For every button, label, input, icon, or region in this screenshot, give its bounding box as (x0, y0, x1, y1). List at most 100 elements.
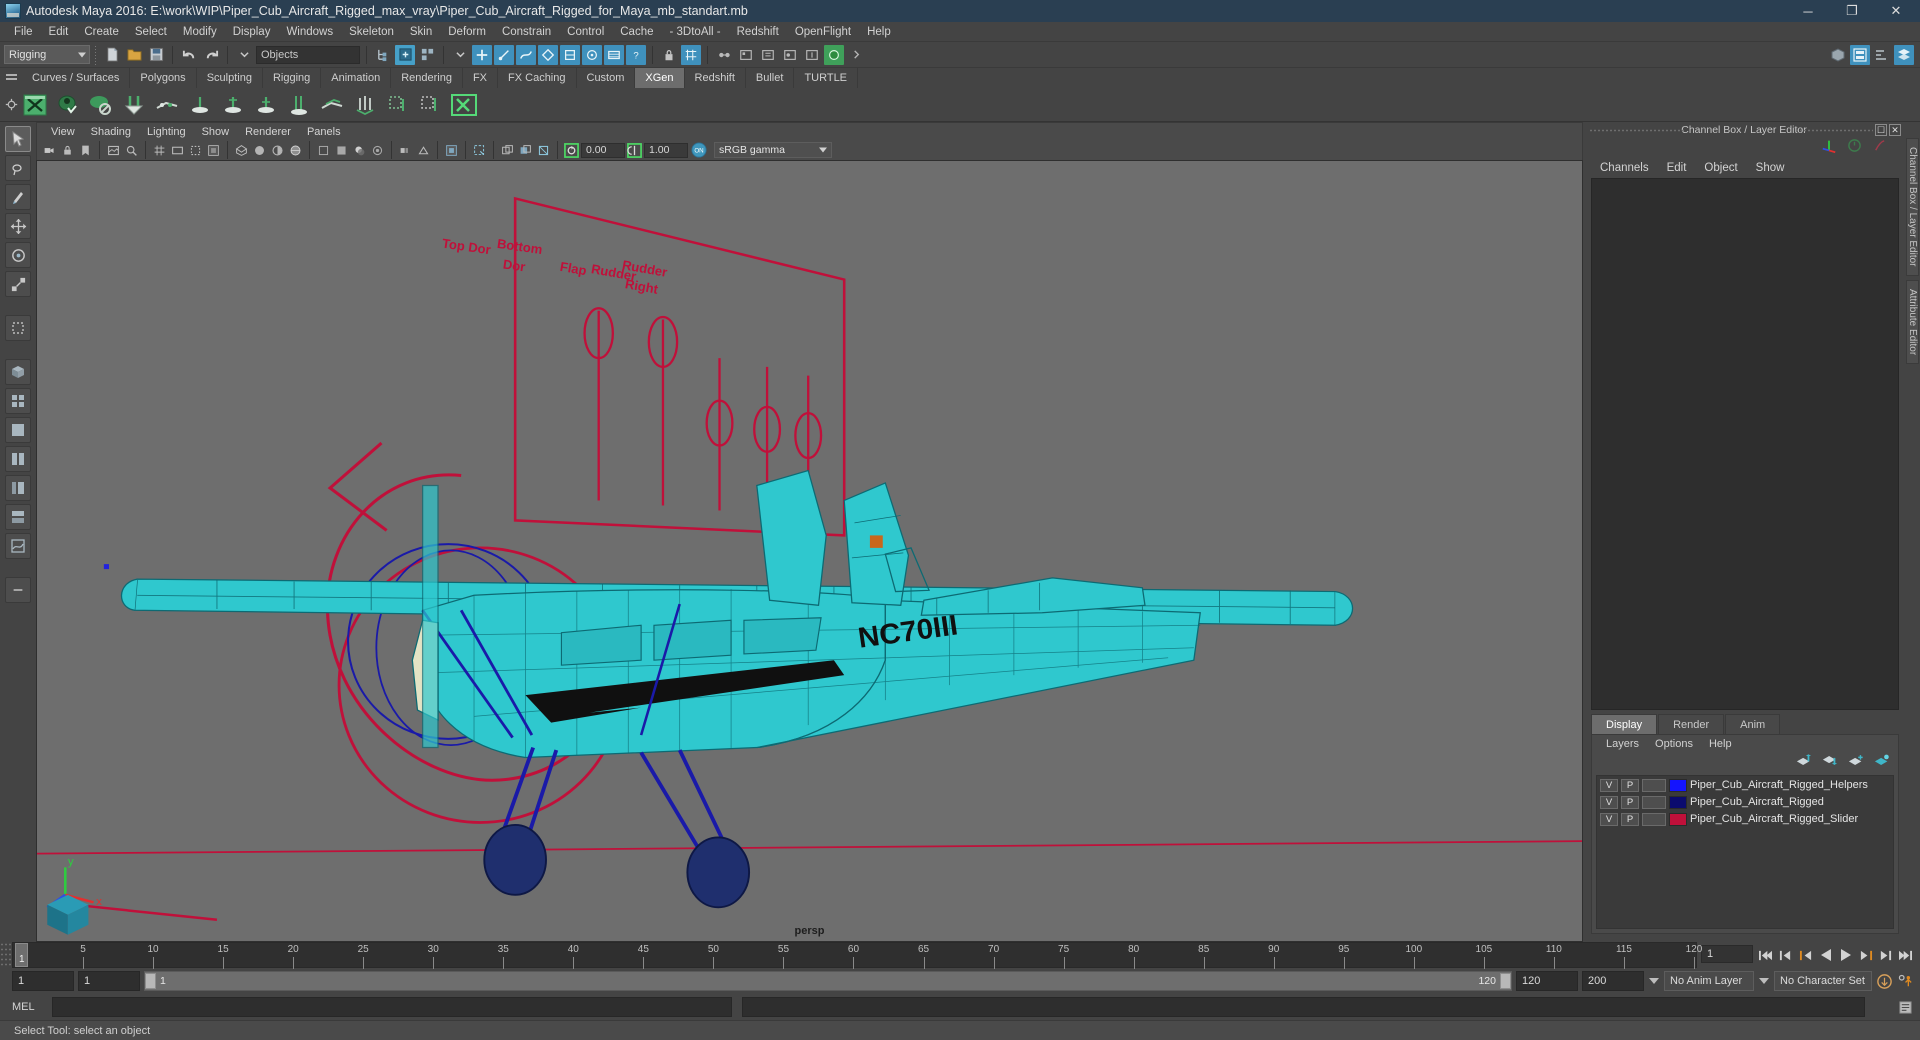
grid-toggle-icon[interactable] (151, 142, 168, 159)
isolate-select-icon[interactable] (443, 142, 460, 159)
menu-help[interactable]: Help (859, 24, 899, 40)
toolbox-more-icon[interactable] (5, 577, 31, 603)
save-scene-icon[interactable] (146, 45, 166, 65)
wireframe-on-shaded-icon[interactable] (287, 142, 304, 159)
close-button[interactable]: ✕ (1874, 0, 1918, 22)
new-scene-icon[interactable] (102, 45, 122, 65)
shelf-tab-redshift[interactable]: Redshift (685, 68, 746, 88)
multisample-aa-icon[interactable] (415, 142, 432, 159)
menu-skeleton[interactable]: Skeleton (341, 24, 402, 40)
undock-panel-button[interactable]: ☐ (1875, 124, 1887, 136)
menu-modify[interactable]: Modify (175, 24, 225, 40)
create-layer-from-selected-icon[interactable] (1874, 754, 1890, 772)
toolbar-overflow-icon[interactable] (846, 45, 866, 65)
menu-constrain[interactable]: Constrain (494, 24, 559, 40)
layer-playback-toggle[interactable]: P (1621, 778, 1639, 792)
menu-cache[interactable]: Cache (612, 24, 661, 40)
xray-select-icon[interactable] (471, 142, 488, 159)
menu-openflight[interactable]: OpenFlight (787, 24, 859, 40)
menu-3dtoall[interactable]: - 3DtoAll - (662, 24, 729, 40)
persp-viewport[interactable]: NC70III y x Top Dor Bottom Dor Flap Rudd… (36, 160, 1583, 942)
component-mask-chevron-icon[interactable] (450, 45, 470, 65)
four-view-layout-icon[interactable] (5, 388, 31, 414)
menu-file[interactable]: File (6, 24, 41, 40)
viewport-menu-lighting[interactable]: Lighting (139, 125, 194, 139)
xgen-preview-icon[interactable] (55, 92, 81, 118)
script-editor-icon[interactable] (1897, 997, 1914, 1017)
step-back-frame-icon[interactable] (1797, 945, 1814, 965)
select-by-component-icon[interactable] (417, 45, 437, 65)
xray-joints-icon[interactable] (499, 142, 516, 159)
playback-end-time-field[interactable]: 120 (1516, 971, 1578, 991)
lighting-all-icon[interactable] (333, 142, 350, 159)
viewport-menu-view[interactable]: View (43, 125, 83, 139)
lock-camera-icon[interactable] (59, 142, 76, 159)
character-set-field[interactable]: No Character Set (1774, 971, 1872, 991)
go-to-end-icon[interactable] (1897, 945, 1914, 965)
viewport-menu-show[interactable]: Show (194, 125, 238, 139)
show-channel-box-icon[interactable] (1894, 44, 1914, 65)
show-attribute-editor-icon[interactable] (1850, 44, 1870, 65)
step-forward-frame-icon[interactable] (1857, 945, 1874, 965)
move-tool-icon[interactable] (5, 213, 31, 239)
motion-blur-icon[interactable] (397, 142, 414, 159)
film-gate-icon[interactable] (169, 142, 186, 159)
viewport-menu-renderer[interactable]: Renderer (237, 125, 299, 139)
layer-display-type-toggle[interactable] (1642, 795, 1666, 809)
mask-rendering-icon[interactable] (604, 44, 624, 65)
screen-space-ao-icon[interactable] (369, 142, 386, 159)
character-set-dropdown-icon[interactable] (1758, 971, 1770, 991)
shelf-tab-rigging[interactable]: Rigging (263, 68, 322, 88)
mask-deformations-icon[interactable] (560, 44, 580, 65)
select-by-object-type-icon[interactable] (395, 44, 415, 65)
lock-selection-icon[interactable] (659, 45, 679, 65)
anim-layer-field[interactable]: No Anim Layer (1664, 971, 1754, 991)
channel-box-menu-object[interactable]: Object (1695, 161, 1746, 175)
hypergraph-layout-icon[interactable] (5, 504, 31, 530)
menu-select[interactable]: Select (127, 24, 175, 40)
construction-history-icon[interactable] (714, 45, 734, 65)
shelf-tab-fx-caching[interactable]: FX Caching (498, 68, 577, 88)
mask-handles-icon[interactable] (472, 44, 492, 65)
xgen-disable-icon[interactable] (88, 92, 114, 118)
menu-create[interactable]: Create (76, 24, 127, 40)
xgen-import-icon[interactable] (121, 92, 147, 118)
bookmark-camera-icon[interactable] (77, 142, 94, 159)
speed-dial-icon[interactable] (1847, 138, 1862, 158)
play-forwards-icon[interactable] (1837, 945, 1854, 965)
open-scene-icon[interactable] (124, 45, 144, 65)
graph-editor-layout-icon[interactable] (5, 533, 31, 559)
xgen-groom-icon[interactable] (187, 92, 213, 118)
select-camera-icon[interactable] (41, 142, 58, 159)
smooth-shade-all-icon[interactable] (251, 142, 268, 159)
xgen-export-icon[interactable] (451, 92, 477, 118)
smooth-shade-selected-icon[interactable] (269, 142, 286, 159)
layer-name[interactable]: Piper_Cub_Aircraft_Rigged (1690, 796, 1824, 808)
tab-render-layers[interactable]: Render (1658, 714, 1725, 734)
curve-icon[interactable] (1872, 138, 1887, 158)
menu-edit[interactable]: Edit (41, 24, 77, 40)
layer-display-type-toggle[interactable] (1642, 812, 1666, 826)
display-layer-list[interactable]: V P Piper_Cub_Aircraft_Rigged_Helpers V … (1596, 775, 1894, 929)
xgen-region-icon[interactable] (319, 92, 345, 118)
go-to-start-icon[interactable] (1757, 945, 1774, 965)
shelf-tab-fx[interactable]: FX (463, 68, 499, 88)
color-management-select[interactable]: sRGB gamma (714, 142, 832, 158)
undo-icon[interactable] (179, 45, 199, 65)
selection-mask-chevron-icon[interactable] (234, 45, 254, 65)
menu-deform[interactable]: Deform (440, 24, 494, 40)
xgen-clump-icon[interactable] (352, 92, 378, 118)
shelf-tab-xgen[interactable]: XGen (635, 68, 685, 88)
time-slider-drag-handle[interactable] (0, 942, 12, 968)
render-globals-icon[interactable] (824, 44, 844, 65)
mask-joints-icon[interactable] (494, 44, 514, 65)
color-management-toggle-icon[interactable]: ON (689, 142, 709, 159)
time-slider[interactable]: 1 5 10 15 20 25 30 35 40 45 50 55 60 65 70 75 80 85 90 95 1… (12, 942, 1702, 969)
two-pane-layout-icon[interactable] (5, 446, 31, 472)
xgen-mask-icon[interactable] (286, 92, 312, 118)
single-persp-layout-icon[interactable] (5, 417, 31, 443)
range-slider-left-handle[interactable] (145, 973, 156, 989)
xgen-editor-icon[interactable] (22, 92, 48, 118)
tab-anim-layers[interactable]: Anim (1725, 714, 1781, 734)
layer-visibility-toggle[interactable]: V (1600, 778, 1618, 792)
